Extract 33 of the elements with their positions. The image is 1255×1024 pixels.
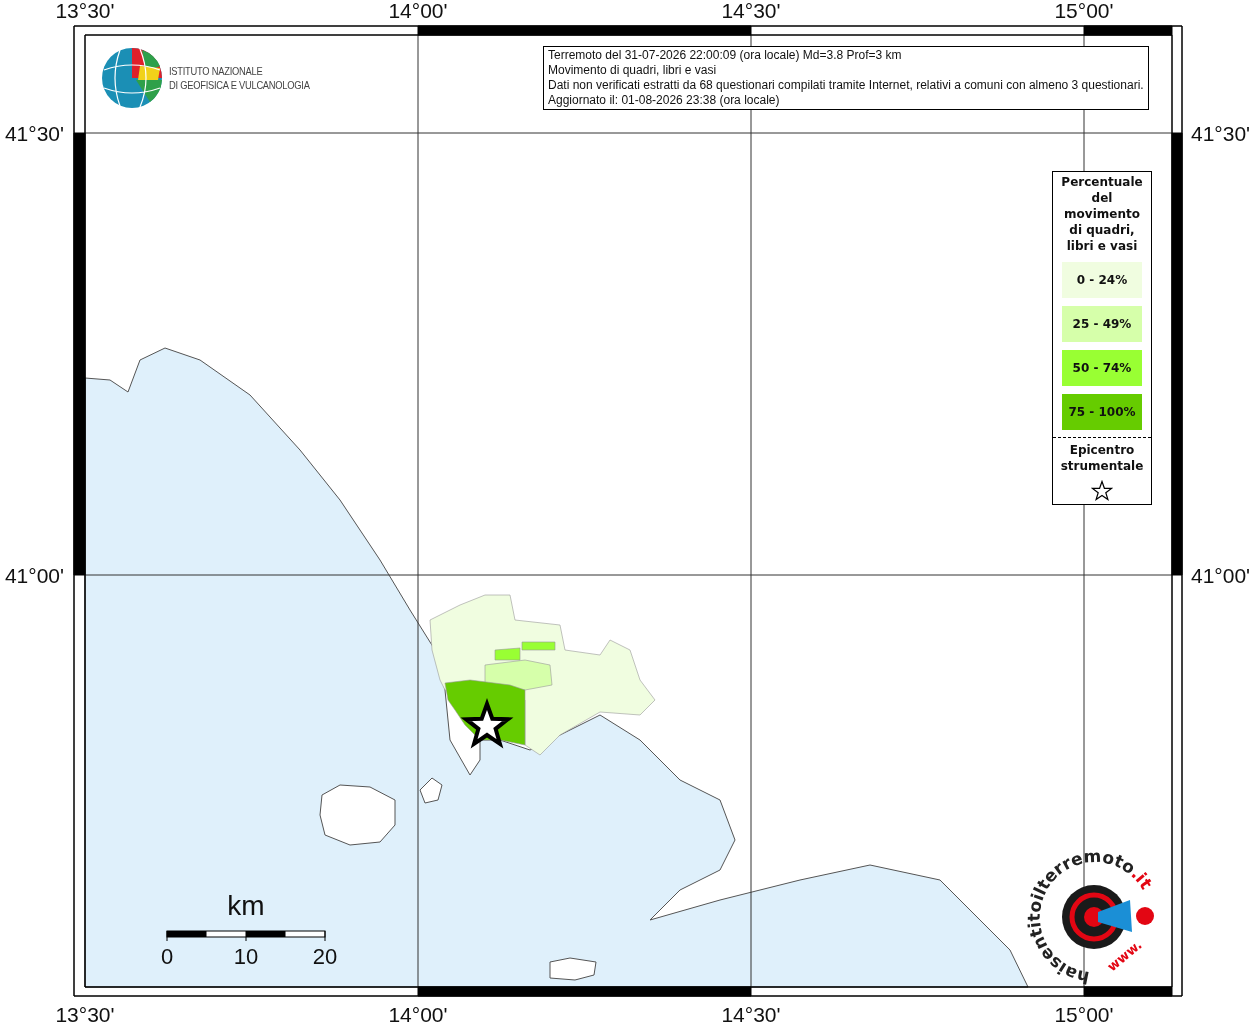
info-line: Terremoto del 31-07-2026 22:00:09 (ora locale) Md=3.8 Prof=3 km [548,48,903,63]
longitude-label: 14°30' [721,1003,781,1024]
scale-tick-label: 0 [160,944,174,969]
longitude-label: 13°30' [55,0,115,22]
longitude-label: 15°00' [1054,1003,1114,1024]
latitude-label: 41°00' [4,564,64,587]
legend-swatch: 0 - 24% [1062,262,1142,298]
longitude-label: 15°00' [1054,0,1114,22]
latitude-label: 41°00' [1191,564,1251,587]
island-shape [549,957,597,981]
star-icon [1091,480,1113,502]
scale-tick-label: 10 [233,944,259,969]
legend-title: Percentuale del movimento di quadri, libri e vasi [1060,174,1144,254]
latitude-label: 41°30' [4,122,64,145]
scale-unit: km [227,890,265,921]
longitude-label: 14°30' [721,0,781,22]
info-line: Aggiornato il: 01-08-2026 23:38 (ora locale) [548,93,781,108]
island-shape [419,777,443,804]
longitude-label: 14°00' [388,0,448,22]
institute-name: DI GEOFISICA E VULCANOLOGIA [169,78,310,92]
latitude-label: 41°30' [1191,122,1251,145]
scale-tick-label: 20 [312,944,338,969]
institute-name: ISTITUTO NAZIONALE [169,64,264,78]
legend-swatch: 75 - 100% [1062,394,1142,430]
info-line: Movimento di quadri, libri e vasi [548,63,718,78]
epicenter-star-icon [460,698,514,749]
legend-swatch: 50 - 74% [1062,350,1142,386]
longitude-label: 14°00' [388,1003,448,1024]
legend-swatch: 25 - 49% [1062,306,1142,342]
legend-epicenter-label: Epicentro strumentale [1059,442,1145,474]
info-line: Dati non verificati estratti da 68 questionari compilati tramite Internet, relativi a comuni con almeno 3 questionari. [548,78,1144,93]
globe-logo-icon [102,48,162,108]
longitude-label: 13°30' [55,1003,115,1024]
